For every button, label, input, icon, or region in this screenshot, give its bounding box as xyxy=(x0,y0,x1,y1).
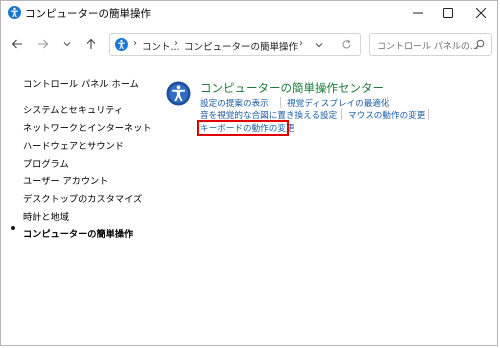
recent-locations-button[interactable] xyxy=(57,29,77,59)
back-button[interactable] xyxy=(7,29,27,59)
sidebar-item-hardware-sound[interactable]: ハードウェアとサウンド xyxy=(23,138,124,152)
search-icon xyxy=(474,39,485,50)
divider xyxy=(387,97,388,108)
highlight-box xyxy=(197,120,289,136)
category-title[interactable]: コンピューターの簡単操作センター xyxy=(200,80,384,96)
sidebar-item-ease-of-access[interactable]: コンピューターの簡単操作 xyxy=(23,226,133,240)
chevron-down-icon xyxy=(63,42,71,47)
close-icon xyxy=(476,8,486,18)
address-dropdown-icon[interactable] xyxy=(314,37,324,53)
sidebar-item-clock-region[interactable]: 時計と地域 xyxy=(23,209,69,223)
divider xyxy=(280,97,281,108)
arrow-up-icon xyxy=(86,38,96,49)
maximize-button[interactable] xyxy=(433,2,463,24)
breadcrumb-separator-icon: › xyxy=(133,38,137,49)
sidebar-item-personalization[interactable]: デスクトップのカスタマイズ xyxy=(23,191,142,205)
search-placeholder: コントロール パネルの... xyxy=(377,42,479,52)
breadcrumb-item[interactable]: コンピューターの簡単操作 xyxy=(184,39,298,53)
current-page-bullet xyxy=(11,226,15,230)
task-link-mouse-settings[interactable]: マウスの動作の変更 xyxy=(348,109,425,121)
forward-button[interactable] xyxy=(33,29,53,59)
sidebar-item-home[interactable]: コントロール パネル ホーム xyxy=(23,76,139,90)
refresh-icon[interactable] xyxy=(341,37,352,53)
sidebar-item-programs[interactable]: プログラム xyxy=(23,156,69,170)
minimize-button[interactable] xyxy=(403,2,433,24)
search-input[interactable]: コントロール パネルの... xyxy=(369,33,492,56)
divider xyxy=(428,109,429,120)
task-link-suggested-settings[interactable]: 設定の提案の表示 xyxy=(200,97,269,109)
address-bar[interactable]: › コント... › コンピューターの簡単操作 › xyxy=(109,33,361,56)
breadcrumb-separator-icon: › xyxy=(299,38,303,49)
breadcrumb-separator-icon: › xyxy=(174,38,178,49)
minimize-icon xyxy=(413,12,423,14)
up-button[interactable] xyxy=(81,29,101,59)
window-title: コンピューターの簡単操作 xyxy=(25,8,151,20)
close-button[interactable] xyxy=(466,2,496,24)
ease-of-access-icon xyxy=(8,6,21,19)
sidebar-item-system-security[interactable]: システムとセキュリティ xyxy=(23,102,123,116)
title-bar: コンピューターの簡単操作 xyxy=(1,1,497,25)
navigation-bar: › コント... › コンピューターの簡単操作 › コントロール パネルの... xyxy=(1,29,497,61)
sidebar-item-user-accounts[interactable]: ユーザー アカウント xyxy=(23,173,108,187)
arrow-right-icon xyxy=(38,39,49,49)
maximize-icon xyxy=(443,8,453,18)
ease-of-access-center-icon xyxy=(166,81,191,106)
task-link-optimize-display[interactable]: 視覚ディスプレイの最適化 xyxy=(287,97,390,109)
sidebar-item-network[interactable]: ネットワークとインターネット xyxy=(23,120,152,134)
arrow-left-icon xyxy=(11,39,22,49)
ease-of-access-icon xyxy=(115,38,128,51)
control-panel-window: コンピューターの簡単操作 › コント... › コンピューターの簡単操作 › コ… xyxy=(0,0,498,346)
divider xyxy=(341,109,342,120)
